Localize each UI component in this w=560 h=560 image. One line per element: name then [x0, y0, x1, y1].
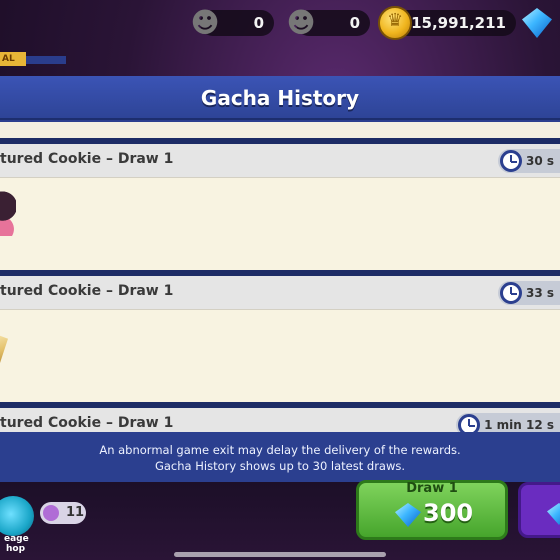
clock-icon — [499, 282, 522, 304]
entry-header: tured Cookie – Draw 1 1 min 12 s — [0, 408, 560, 432]
ghost-token-icon: ☻ — [286, 6, 316, 39]
dialog-notice: An abnormal game exit may delay the deli… — [0, 442, 560, 474]
coin-currency-value: 15,991,211 — [411, 14, 506, 32]
home-indicator[interactable] — [174, 552, 386, 557]
list-top-edge — [0, 122, 560, 138]
time-badge: 33 s — [497, 281, 560, 305]
ghost-currency-a-value: 0 — [253, 14, 264, 32]
lineage-label-2: hop — [6, 544, 26, 554]
clock-icon — [458, 414, 481, 432]
time-badge: 1 min 12 s — [456, 413, 560, 432]
draw-10-button[interactable] — [518, 482, 560, 538]
cookie-portrait — [0, 332, 8, 366]
clock-icon — [499, 150, 522, 172]
notice-line-1: An abnormal game exit may delay the deli… — [99, 443, 461, 457]
ghost-currency-b-value: 0 — [349, 14, 360, 32]
ghost-currency-b[interactable]: ☻ 0 — [286, 6, 370, 39]
history-list[interactable]: tured Cookie – Draw 1 30 s tured Cookie … — [0, 122, 560, 432]
ghost-currency-a[interactable]: ☻ 0 — [190, 6, 274, 39]
crystal-icon — [395, 503, 421, 527]
crystal-icon[interactable] — [522, 8, 552, 38]
ghost-token-icon: ☻ — [190, 6, 220, 39]
entry-header: tured Cookie – Draw 1 30 s — [0, 144, 560, 178]
lineage-label-1: eage — [4, 534, 29, 544]
entry-title: tured Cookie – Draw 1 — [0, 415, 174, 431]
entry-title: tured Cookie – Draw 1 — [0, 151, 174, 167]
gacha-history-dialog: Gacha History tured Cookie – Draw 1 30 s… — [0, 76, 560, 482]
entry-time: 1 min 12 s — [484, 418, 554, 432]
event-tag: AL — [0, 52, 26, 66]
draw-button-label: Draw 1 — [406, 481, 458, 496]
dialog-header: Gacha History — [0, 76, 560, 120]
token-count-pill: 11 — [40, 502, 86, 524]
draw-1-button[interactable]: Draw 1 300 — [356, 480, 508, 540]
coin-currency[interactable]: 15,991,211 — [378, 6, 516, 40]
notice-line-2: Gacha History shows up to 30 latest draw… — [154, 459, 406, 473]
history-entry: tured Cookie – Draw 1 1 min 12 s — [0, 408, 560, 432]
token-count: 11 — [66, 505, 85, 520]
event-tag-strip — [26, 56, 66, 64]
currency-bar: ☻ 0 ☻ 0 15,991,211 — [0, 0, 560, 48]
entry-title: tured Cookie – Draw 1 — [0, 283, 174, 299]
entry-time: 30 s — [525, 154, 554, 168]
history-entry: tured Cookie – Draw 1 30 s — [0, 144, 560, 270]
draw-button-cost: 300 — [423, 499, 474, 527]
token-icon — [43, 505, 59, 521]
time-badge: 30 s — [497, 149, 560, 173]
entry-header: tured Cookie – Draw 1 33 s — [0, 276, 560, 310]
entry-time: 33 s — [525, 286, 554, 300]
dialog-title: Gacha History — [200, 86, 360, 110]
history-entry: tured Cookie – Draw 1 33 s — [0, 276, 560, 402]
crystal-icon — [547, 503, 560, 525]
lineage-shop-icon[interactable] — [0, 496, 34, 536]
bottom-panel: eage hop 11 Draw 1 300 — [0, 480, 560, 560]
coin-icon — [378, 6, 412, 40]
cookie-portrait — [0, 190, 16, 236]
